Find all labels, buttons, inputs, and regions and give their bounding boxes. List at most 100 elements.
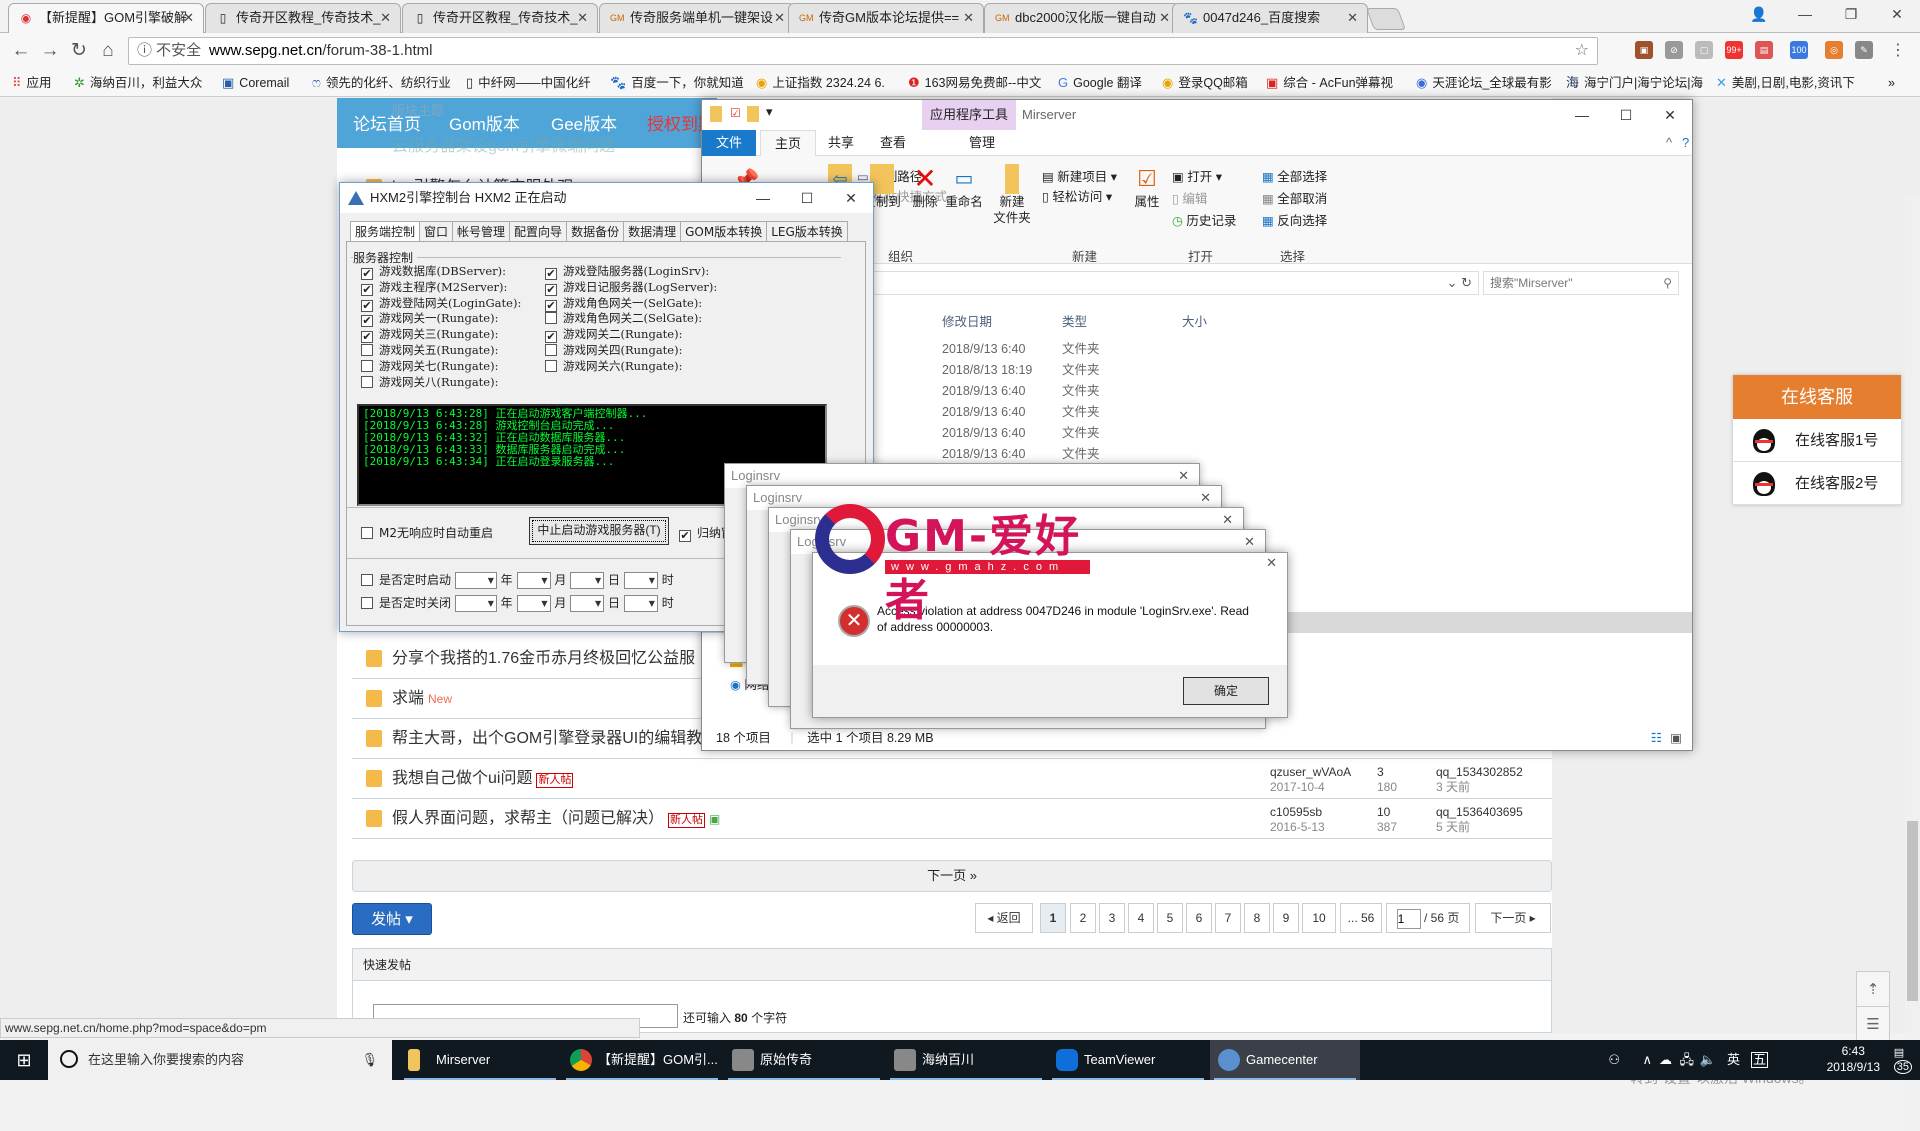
pager-next[interactable]: 下一页 ▸ bbox=[1475, 903, 1551, 933]
tab-window[interactable]: 窗口 bbox=[419, 221, 454, 241]
tray-expand-icon[interactable]: ∧ bbox=[1642, 1040, 1652, 1080]
bookmark-item[interactable]: ▣ Coremail bbox=[222, 70, 289, 96]
url-text[interactable]: www.sepg.net.cn/forum-38-1.html bbox=[209, 38, 432, 64]
tab-server-control[interactable]: 服务端控制 bbox=[350, 221, 421, 243]
pager-page[interactable]: 6 bbox=[1186, 903, 1212, 933]
close-tab-icon[interactable]: ✕ bbox=[1347, 4, 1358, 32]
pager-page[interactable]: 10 bbox=[1302, 903, 1336, 933]
server-checkbox[interactable]: 游戏网关五(Rungate): bbox=[361, 343, 498, 357]
server-checkbox[interactable]: ✔ 游戏网关一(Rungate): bbox=[361, 311, 498, 328]
bookmark-item[interactable]: ◉ 上证指数 2324.24 6. bbox=[756, 70, 885, 96]
history-button[interactable]: ◷ 历史记录 bbox=[1172, 210, 1236, 229]
server-checkbox[interactable]: ✔ 游戏网关三(Rungate): bbox=[361, 327, 498, 344]
tab-dbc2000[interactable]: GM dbc2000汉化版一键自动 ✕ bbox=[984, 3, 1180, 33]
bookmark-item[interactable]: 🐾 百度一下，你就知道 bbox=[610, 70, 744, 96]
server-checkbox[interactable]: ✔ 游戏登陆服务器(LoginSrv): bbox=[545, 264, 709, 280]
server-checkbox[interactable]: 游戏网关六(Rungate): bbox=[545, 359, 682, 373]
tab-leg-convert[interactable]: LEG版本转换 bbox=[766, 221, 848, 241]
pager-page[interactable]: 9 bbox=[1273, 903, 1299, 933]
user-icon[interactable]: 👤 bbox=[1736, 0, 1782, 28]
help-icon[interactable]: ? bbox=[1668, 130, 1703, 156]
close-tab-icon[interactable]: ✕ bbox=[380, 4, 391, 32]
bookmark-item[interactable]: G Google 翻译 bbox=[1058, 70, 1142, 96]
close-tab-icon[interactable]: ✕ bbox=[577, 4, 588, 32]
bookmark-item[interactable]: ✲ 海纳百川，利益大众 bbox=[74, 70, 202, 96]
properties-button[interactable]: ☑ 属性 bbox=[1130, 164, 1164, 210]
tab-server-setup[interactable]: GM 传奇服务端单机一键架设 ✕ bbox=[599, 3, 795, 33]
volume-icon[interactable]: 🔈 bbox=[1700, 1040, 1716, 1080]
extension-icon[interactable]: ▣ bbox=[1635, 41, 1653, 59]
close-icon[interactable]: ✕ bbox=[1266, 555, 1277, 571]
extension-icon[interactable]: ▢ bbox=[1695, 41, 1713, 59]
rename-button[interactable]: ▭ 重命名 bbox=[944, 164, 984, 210]
pager-back[interactable]: ◂ 返回 bbox=[975, 903, 1033, 933]
bookmark-item[interactable]: ෆ 领先的化纤、纺织行业 bbox=[312, 70, 451, 96]
extension-badge-icon[interactable]: 100 bbox=[1790, 41, 1808, 59]
extension-icon[interactable]: ⊘ bbox=[1665, 41, 1683, 59]
taskbar-teamviewer[interactable]: TeamViewer bbox=[1048, 1040, 1208, 1080]
thread-row[interactable]: 我想自己做个ui问题 新人帖 qzuser_wVAoA 2017-10-4 3 180… bbox=[352, 759, 1552, 799]
close-icon[interactable]: ✕ bbox=[1244, 530, 1255, 554]
tab-data-cleanup[interactable]: 数据清理 bbox=[623, 221, 682, 241]
taskbar-search[interactable]: 在这里输入你要搜索的内容 🎙 bbox=[48, 1040, 392, 1080]
auto-restart-checkbox[interactable]: M2无响应时自动重启 bbox=[361, 526, 493, 540]
people-icon[interactable]: ⚇ bbox=[1608, 1040, 1620, 1080]
taskbar-chrome[interactable]: 【新提醒】GOM引... bbox=[562, 1040, 722, 1080]
server-checkbox[interactable]: 游戏网关四(Rungate): bbox=[545, 343, 682, 357]
bookmark-item[interactable]: ✕ 美剧,日剧,电影,资讯下 bbox=[1716, 70, 1855, 96]
bookmark-item[interactable]: ▯ 中纤网——中国化纤 bbox=[466, 70, 591, 96]
column-size[interactable]: 大小 bbox=[1182, 311, 1207, 330]
close-tab-icon[interactable]: ✕ bbox=[183, 4, 194, 32]
day-select[interactable] bbox=[570, 595, 605, 612]
ime-mode-indicator[interactable]: 五 bbox=[1750, 1052, 1768, 1068]
bookmark-item[interactable]: ◉ 登录QQ邮箱 bbox=[1162, 70, 1248, 96]
reload-icon[interactable]: ↻ bbox=[66, 38, 92, 64]
restore-icon[interactable]: ❐ bbox=[1828, 0, 1874, 28]
page-scrollbar[interactable] bbox=[1905, 196, 1920, 1131]
hour-select[interactable] bbox=[623, 572, 658, 589]
properties-qa-icon[interactable]: ☑ bbox=[730, 106, 741, 120]
tab-tutorial-1[interactable]: ▯ 传奇开区教程_传奇技术_ ✕ bbox=[205, 3, 401, 33]
tab-config-wizard[interactable]: 配置向导 bbox=[509, 221, 568, 241]
customize-qa-icon[interactable]: ▾ bbox=[766, 104, 773, 120]
new-item-button[interactable]: ▤ 新建项目 ▾ bbox=[1042, 166, 1117, 185]
ribbon-tab-view[interactable]: 查看 bbox=[866, 130, 920, 156]
stop-server-button[interactable]: 中止启动游戏服务器(T) bbox=[529, 517, 669, 545]
close-tab-icon[interactable]: ✕ bbox=[963, 4, 974, 32]
home-icon[interactable]: ⌂ bbox=[95, 38, 121, 64]
tab-baidu-search[interactable]: 🐾 0047d246_百度搜索 ✕ bbox=[1172, 3, 1368, 33]
network-icon[interactable]: 🖧 bbox=[1680, 1040, 1695, 1080]
ok-button[interactable]: 确定 bbox=[1183, 677, 1269, 705]
server-checkbox[interactable]: 游戏角色网关二(SelGate): bbox=[545, 311, 702, 325]
year-select[interactable] bbox=[454, 572, 497, 589]
action-center-icon[interactable]: ▤ 35 bbox=[1893, 1046, 1912, 1074]
forward-icon[interactable]: → bbox=[37, 38, 63, 64]
thread-row[interactable]: 假人界面问题，求帮主（问题已解决） 新人帖 ▣ c10595sb 2016-5-13 … bbox=[352, 799, 1552, 839]
mail-extension-icon[interactable]: 99+ bbox=[1725, 41, 1743, 59]
taskbar-yuanshi[interactable]: 原始传奇 bbox=[724, 1040, 884, 1080]
tab-accounts[interactable]: 帐号管理 bbox=[452, 221, 511, 241]
service-item-2[interactable]: 在线客服2号 bbox=[1733, 462, 1901, 505]
scheduled-stop-checkbox[interactable] bbox=[361, 597, 373, 609]
refresh-icon[interactable]: ⌄ ↻ bbox=[1447, 272, 1472, 294]
scrollbar-thumb[interactable] bbox=[1907, 821, 1918, 1001]
address-bar[interactable]: ⓘ 不安全 www.sepg.net.cn/forum-38-1.html ☆ bbox=[128, 37, 1598, 65]
close-icon[interactable]: ✕ bbox=[1874, 0, 1920, 28]
bookmark-item[interactable]: ▣ 综合 - AcFun弹幕视 bbox=[1266, 70, 1393, 96]
taskbar-hainabaichuan[interactable]: 海纳百川 bbox=[886, 1040, 1046, 1080]
extension-icon[interactable]: ▤ bbox=[1755, 41, 1773, 59]
extension-icon[interactable]: ◎ bbox=[1825, 41, 1843, 59]
ime-indicator[interactable]: 英 bbox=[1727, 1040, 1740, 1080]
pager-page[interactable]: 4 bbox=[1128, 903, 1154, 933]
year-select[interactable] bbox=[454, 595, 497, 612]
server-checkbox[interactable]: ✔ 游戏登陆网关(LoginGate): bbox=[361, 296, 521, 312]
tab-gom-convert[interactable]: GOM版本转换 bbox=[680, 221, 768, 241]
ribbon-tab-file[interactable]: 文件 bbox=[702, 130, 757, 156]
pager-last-page[interactable]: ... 56 bbox=[1340, 903, 1382, 933]
close-tab-icon[interactable]: ✕ bbox=[774, 4, 785, 32]
minimize-icon[interactable]: — bbox=[1560, 100, 1604, 130]
server-checkbox[interactable]: ✔ 游戏角色网关一(SelGate): bbox=[545, 296, 702, 312]
taskbar-explorer[interactable]: Mirserver bbox=[400, 1040, 560, 1080]
tab-gm-forum[interactable]: GM 传奇GM版本论坛提供== ✕ bbox=[788, 3, 984, 33]
list-icon[interactable]: ☰ bbox=[1857, 1007, 1889, 1042]
